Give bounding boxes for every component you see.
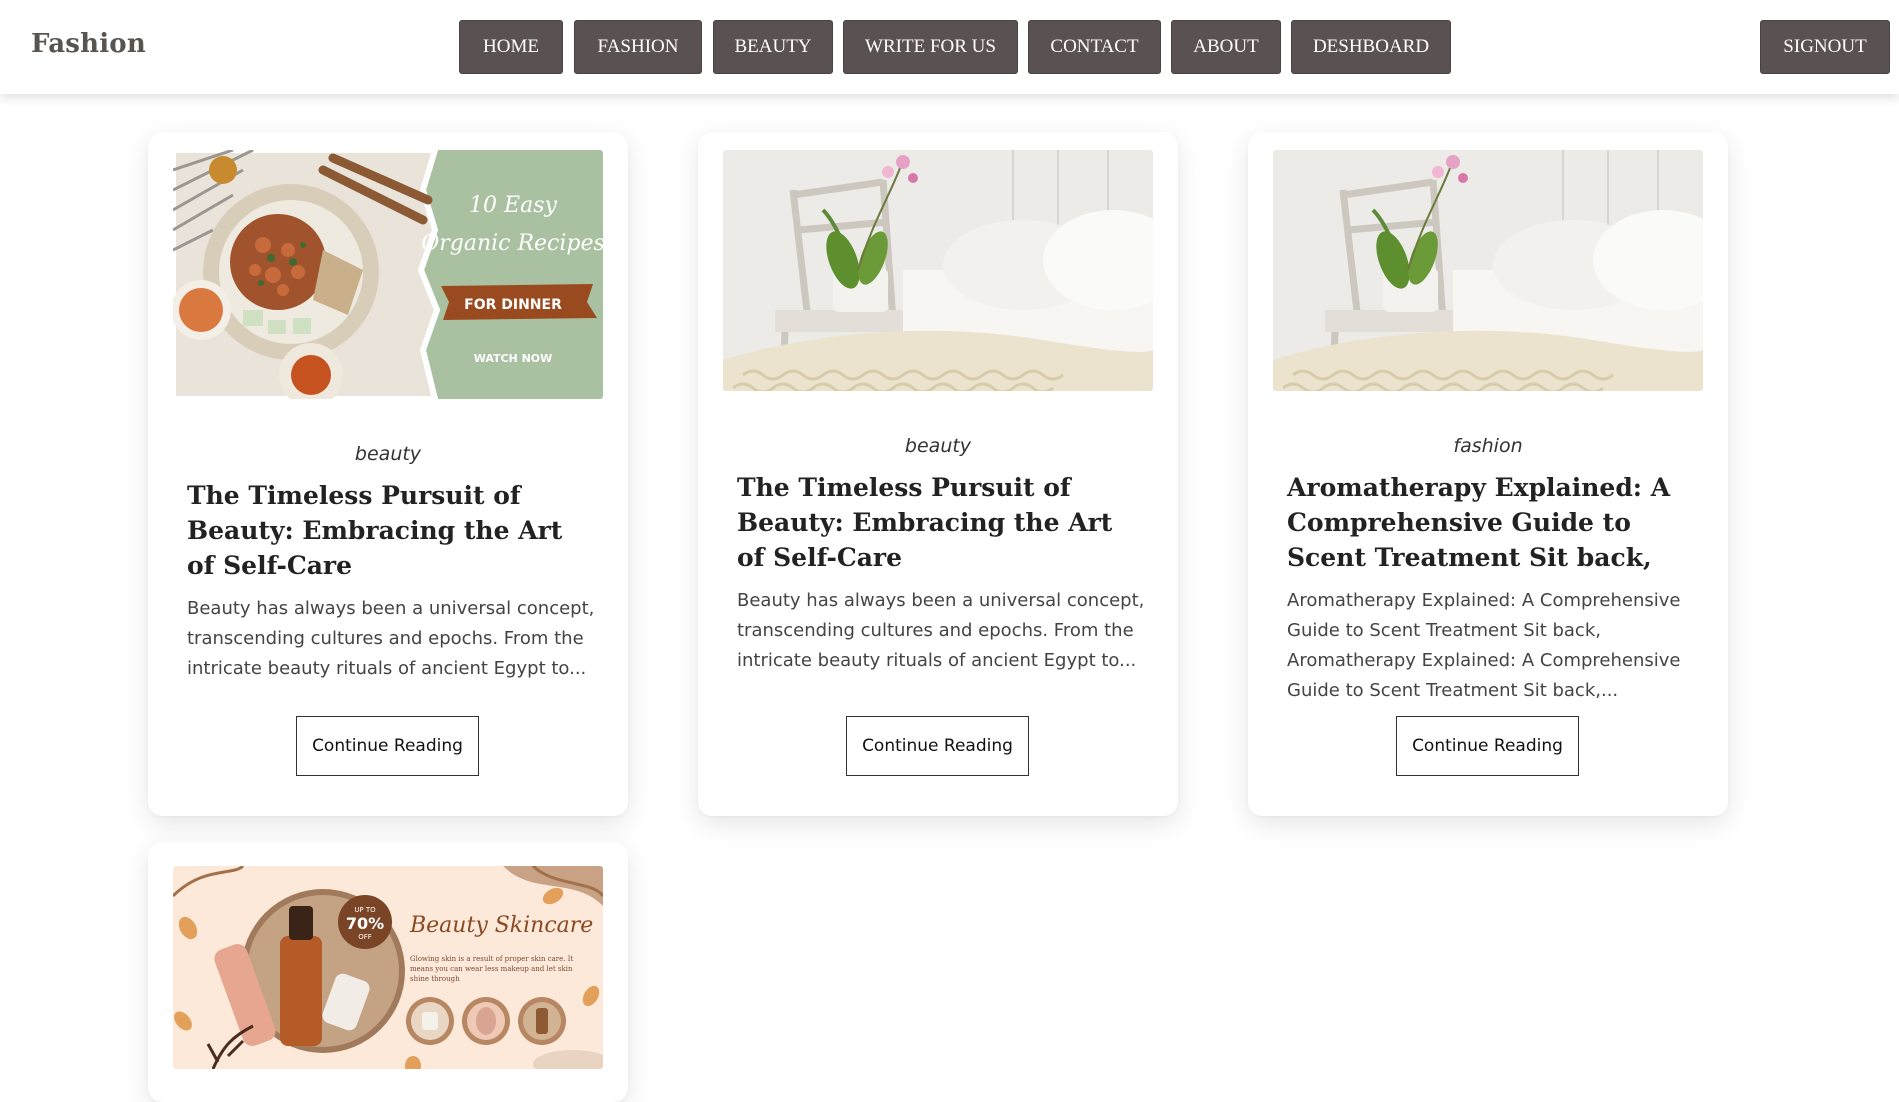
continue-reading-button[interactable]: Continue Reading: [296, 716, 479, 776]
nav-dashboard-button[interactable]: DESHBOARD: [1291, 20, 1451, 74]
continue-reading-button[interactable]: Continue Reading: [1396, 716, 1579, 776]
promo-banner: FOR DINNER: [464, 297, 562, 313]
article-excerpt: Beauty has always been a universal conce…: [187, 598, 595, 679]
article-excerpt: Aromatherapy Explained: A Comprehensive …: [1287, 590, 1681, 701]
article-card: beauty The Timeless Pursuit of Beauty: E…: [698, 132, 1178, 816]
article-title[interactable]: The Timeless Pursuit of Beauty: Embracin…: [187, 478, 587, 583]
continue-reading-button[interactable]: Continue Reading: [846, 716, 1029, 776]
article-title[interactable]: Aromatherapy Explained: A Comprehensive …: [1287, 470, 1687, 575]
article-thumbnail-recipes[interactable]: 10 Easy Organic Recipes FOR DINNER WATCH…: [173, 150, 603, 399]
nav-contact-button[interactable]: CONTACT: [1028, 20, 1161, 74]
badge-value: 70%: [346, 914, 384, 933]
article-category: beauty: [904, 435, 972, 457]
article-category: fashion: [1453, 435, 1523, 457]
nav-fashion-button[interactable]: FASHION: [574, 20, 702, 74]
skincare-body: Glowing skin is a result of proper skin …: [410, 955, 574, 983]
article-excerpt: Beauty has always been a universal conce…: [737, 590, 1145, 671]
nav-write-for-us-button[interactable]: WRITE FOR US: [843, 20, 1018, 74]
skincare-heading: Beauty Skincare: [409, 913, 593, 938]
brand-logo[interactable]: Fashion: [31, 29, 146, 59]
article-card: 10 Easy Organic Recipes FOR DINNER WATCH…: [148, 132, 628, 816]
article-card: fashion Aromatherapy Explained: A Compre…: [1248, 132, 1728, 816]
top-navbar: Fashion HOME FASHION BEAUTY WRITE FOR US…: [0, 0, 1899, 94]
badge-top: UP TO: [354, 906, 376, 914]
promo-line1: 10 Easy: [469, 193, 557, 218]
badge-bottom: OFF: [358, 933, 372, 941]
article-thumbnail-bedroom[interactable]: [723, 150, 1153, 391]
article-title[interactable]: The Timeless Pursuit of Beauty: Embracin…: [737, 470, 1137, 575]
promo-line2: Organic Recipes: [421, 231, 603, 256]
article-thumbnail-skincare[interactable]: UP TO 70% OFF Beauty Skincare Glowing sk…: [173, 866, 603, 1069]
article-thumbnail-bedroom[interactable]: [1273, 150, 1703, 391]
signout-button[interactable]: SIGNOUT: [1760, 20, 1890, 74]
nav-about-button[interactable]: ABOUT: [1171, 20, 1281, 74]
article-card: UP TO 70% OFF Beauty Skincare Glowing sk…: [148, 842, 628, 1102]
promo-cta: WATCH NOW: [474, 352, 553, 365]
nav-beauty-button[interactable]: BEAUTY: [713, 20, 833, 74]
nav-home-button[interactable]: HOME: [459, 20, 563, 74]
article-category: beauty: [354, 443, 422, 465]
